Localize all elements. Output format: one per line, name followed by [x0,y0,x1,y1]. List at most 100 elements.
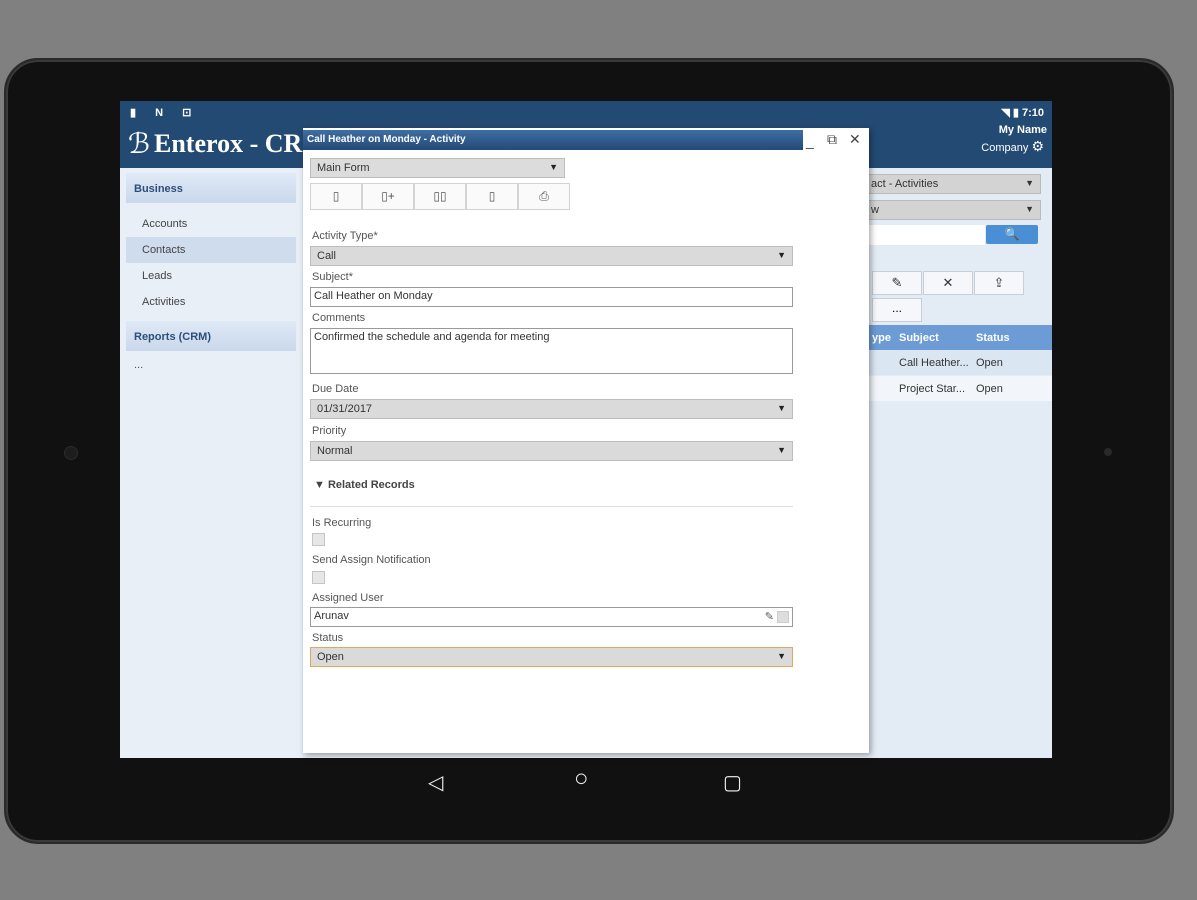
due-date-label: Due Date [312,383,359,395]
is-recurring-checkbox[interactable] [312,533,325,546]
more-button[interactable]: ... [872,298,922,322]
search-icon: 🔍 [1004,227,1020,241]
company-label: Company [981,142,1029,154]
grid-header: ype Subject Status [868,325,1052,350]
save-close-button[interactable]: ▯▯ [414,183,466,210]
related-records-toggle[interactable]: ▼ Related Records [314,479,415,491]
filter-select[interactable]: w ▼ [868,200,1041,220]
status-label: Status [312,632,344,644]
dialog-titlebar: Call Heather on Monday - Activity _ ⧉ ✕ [303,128,869,152]
send-notification-checkbox[interactable] [312,571,325,584]
comments-textarea[interactable]: Confirmed the schedule and agenda for me… [310,328,793,374]
lookup-clear-icon[interactable] [777,611,789,624]
activity-dialog: Call Heather on Monday - Activity _ ⧉ ✕ … [303,128,869,753]
print-icon: ⎙ [539,189,549,203]
dialog-toolbar: ▯ ▯+ ▯▯ ▯ ⎙ [310,183,570,210]
close-icon: ✕ [942,275,954,290]
minimize-icon[interactable]: _ [806,133,814,149]
view-select[interactable]: act - Activities ▼ [868,174,1041,194]
home-icon[interactable]: ○ [574,765,589,793]
delete-button[interactable]: ✕ [923,271,973,295]
status-bar-right: ◥ ▮ 7:10 [1001,106,1044,119]
assigned-user-tools: ✎ [765,610,789,624]
status-bar-signal-icons: ◥ ▮ [1001,107,1019,119]
sidebar-section-business[interactable]: Business [126,173,296,203]
save-icon: ▯ [332,189,340,203]
chevron-down-icon: ▼ [1025,204,1034,214]
row-subject: Call Heather... [899,357,969,369]
edit-button[interactable]: ✎ [872,271,922,295]
search-button[interactable]: 🔍 [986,225,1038,244]
activity-type-select[interactable]: Call ▼ [310,246,793,266]
priority-label: Priority [312,425,347,437]
is-recurring-label: Is Recurring [312,517,372,529]
lookup-edit-icon[interactable]: ✎ [765,611,774,623]
front-camera [64,446,78,460]
row-status: Open [976,357,1003,369]
export-button[interactable]: ⇪ [974,271,1024,295]
priority-value: Normal [317,445,353,457]
row-subject: Project Star... [899,383,966,395]
gear-icon[interactable]: ⚙ [1031,138,1044,154]
column-status[interactable]: Status [976,332,1010,344]
sidebar-item-leads[interactable]: Leads [126,263,296,289]
save-close-icon: ▯▯ [433,189,447,203]
close-icon[interactable]: ✕ [849,131,861,148]
section-divider [310,506,793,507]
sidebar-item-activities[interactable]: Activities [126,289,296,315]
save-new-icon: ▯+ [381,189,395,203]
status-select[interactable]: Open ▼ [310,647,793,667]
recents-icon[interactable]: ▢ [723,770,742,795]
chevron-down-icon: ▼ [777,651,786,661]
dialog-title: Call Heather on Monday - Activity [303,130,803,150]
sidebar-item-contacts[interactable]: Contacts [126,237,296,263]
chevron-down-icon: ▼ [777,403,786,413]
send-notification-label: Send Assign Notification [312,554,431,566]
sidebar: Business Accounts Contacts Leads Activit… [120,168,302,758]
app-title: Enterox - CR [154,129,303,158]
due-date-select[interactable]: 01/31/2017 ▼ [310,399,793,419]
sensor-dot [1104,448,1112,456]
popout-icon[interactable]: ⧉ [827,131,837,148]
chevron-down-icon: ▼ [549,162,558,172]
filter-select-value: w [871,204,879,216]
copy-icon: ▯ [488,189,496,203]
table-row[interactable]: Project Star... Open [868,376,1052,401]
chevron-down-icon: ▼ [777,250,786,260]
priority-select[interactable]: Normal ▼ [310,441,793,461]
save-button[interactable]: ▯ [310,183,362,210]
row-status: Open [976,383,1003,395]
sidebar-section-reports[interactable]: Reports (CRM) [126,321,296,351]
form-select[interactable]: Main Form ▼ [310,158,565,178]
view-select-value: act - Activities [871,178,939,190]
app-logo-icon: ℬ [128,128,151,159]
sidebar-item-accounts[interactable]: Accounts [126,211,296,237]
column-subject[interactable]: Subject [899,332,939,344]
chevron-down-icon: ▼ [777,445,786,455]
chevron-down-icon: ▼ [1025,178,1034,188]
assigned-user-value: Arunav [314,610,349,622]
sidebar-more[interactable]: ... [120,351,302,371]
pencil-icon: ✎ [891,275,903,290]
user-name[interactable]: My Name [999,124,1047,136]
status-bar-notification-icons: ▮ N ⊡ [130,107,200,119]
activity-type-value: Call [317,250,336,262]
column-type[interactable]: ype [872,332,891,344]
subject-input[interactable]: Call Heather on Monday [310,287,793,307]
print-button[interactable]: ⎙ [518,183,570,210]
assigned-user-label: Assigned User [312,592,384,604]
status-bar-time: 7:10 [1021,107,1044,119]
subject-label: Subject* [312,271,353,283]
due-date-value: 01/31/2017 [317,403,373,415]
company-name[interactable]: Company ⚙ [981,138,1044,155]
activity-type-label: Activity Type* [312,230,378,242]
table-row[interactable]: Call Heather... Open [868,350,1052,375]
back-icon[interactable]: ◁ [428,770,443,795]
form-select-value: Main Form [317,162,370,174]
assigned-user-input[interactable]: Arunav ✎ [310,607,793,627]
copy-button[interactable]: ▯ [466,183,518,210]
export-icon: ⇪ [993,275,1005,290]
comments-label: Comments [312,312,366,324]
save-new-button[interactable]: ▯+ [362,183,414,210]
search-input[interactable] [868,225,985,245]
